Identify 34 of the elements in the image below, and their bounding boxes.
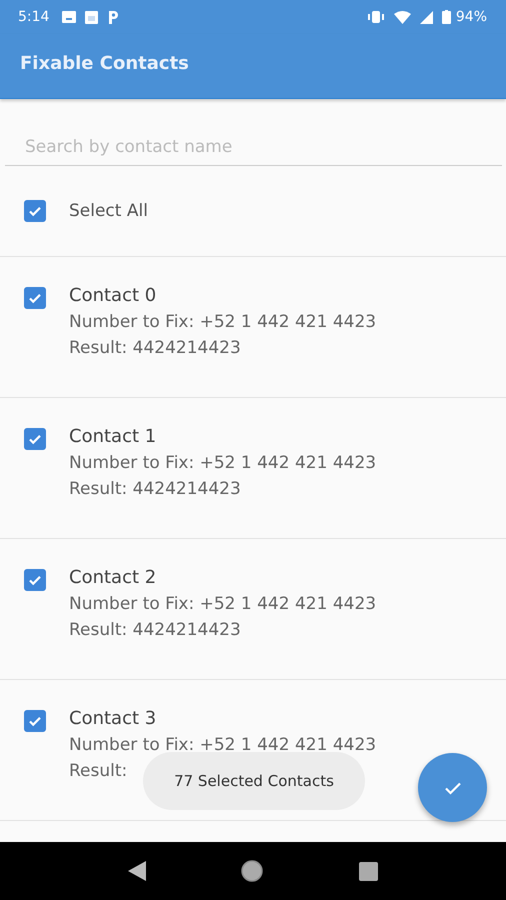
confirm-button[interactable] — [418, 753, 487, 822]
number-to-fix: Number to Fix: +52 1 442 421 4423 — [69, 453, 376, 473]
battery-percent: 94% — [456, 9, 487, 25]
parking-icon — [107, 10, 120, 24]
contact-name: Contact 2 — [69, 567, 156, 588]
contact-name: Contact 1 — [69, 426, 156, 447]
recents-icon[interactable] — [359, 862, 378, 880]
checkbox[interactable] — [24, 569, 46, 591]
image-icon — [62, 11, 76, 23]
result-number: Result: 4424214423 — [69, 620, 241, 640]
contact-name: Contact 3 — [69, 708, 156, 729]
toast: 77 Selected Contacts — [143, 752, 365, 810]
number-to-fix: Number to Fix: +52 1 442 421 4423 — [69, 594, 376, 614]
result-number: Result: — [69, 761, 128, 781]
result-number: Result: 4424214423 — [69, 338, 241, 358]
number-to-fix: Number to Fix: +52 1 442 421 4423 — [69, 312, 376, 332]
home-icon[interactable] — [241, 860, 264, 882]
checkbox[interactable] — [24, 710, 46, 732]
contact-name: Contact 0 — [69, 285, 156, 306]
result-number: Result: 4424214423 — [69, 479, 241, 499]
wifi-icon — [394, 10, 411, 24]
battery-icon — [442, 10, 451, 24]
number-to-fix: Number to Fix: +52 1 442 421 4423 — [69, 735, 376, 755]
signal-icon — [420, 10, 433, 24]
select-all-label: Select All — [69, 201, 148, 221]
calendar-icon — [85, 10, 98, 24]
vibrate-icon — [366, 10, 385, 24]
checkbox[interactable] — [24, 287, 46, 309]
status-time: 5:14 — [18, 9, 50, 25]
checkbox[interactable] — [24, 428, 46, 450]
checkbox[interactable] — [24, 200, 46, 222]
app-title: Fixable Contacts — [20, 52, 189, 74]
search-field[interactable]: Search by contact name — [5, 131, 502, 166]
back-icon[interactable] — [128, 861, 146, 881]
